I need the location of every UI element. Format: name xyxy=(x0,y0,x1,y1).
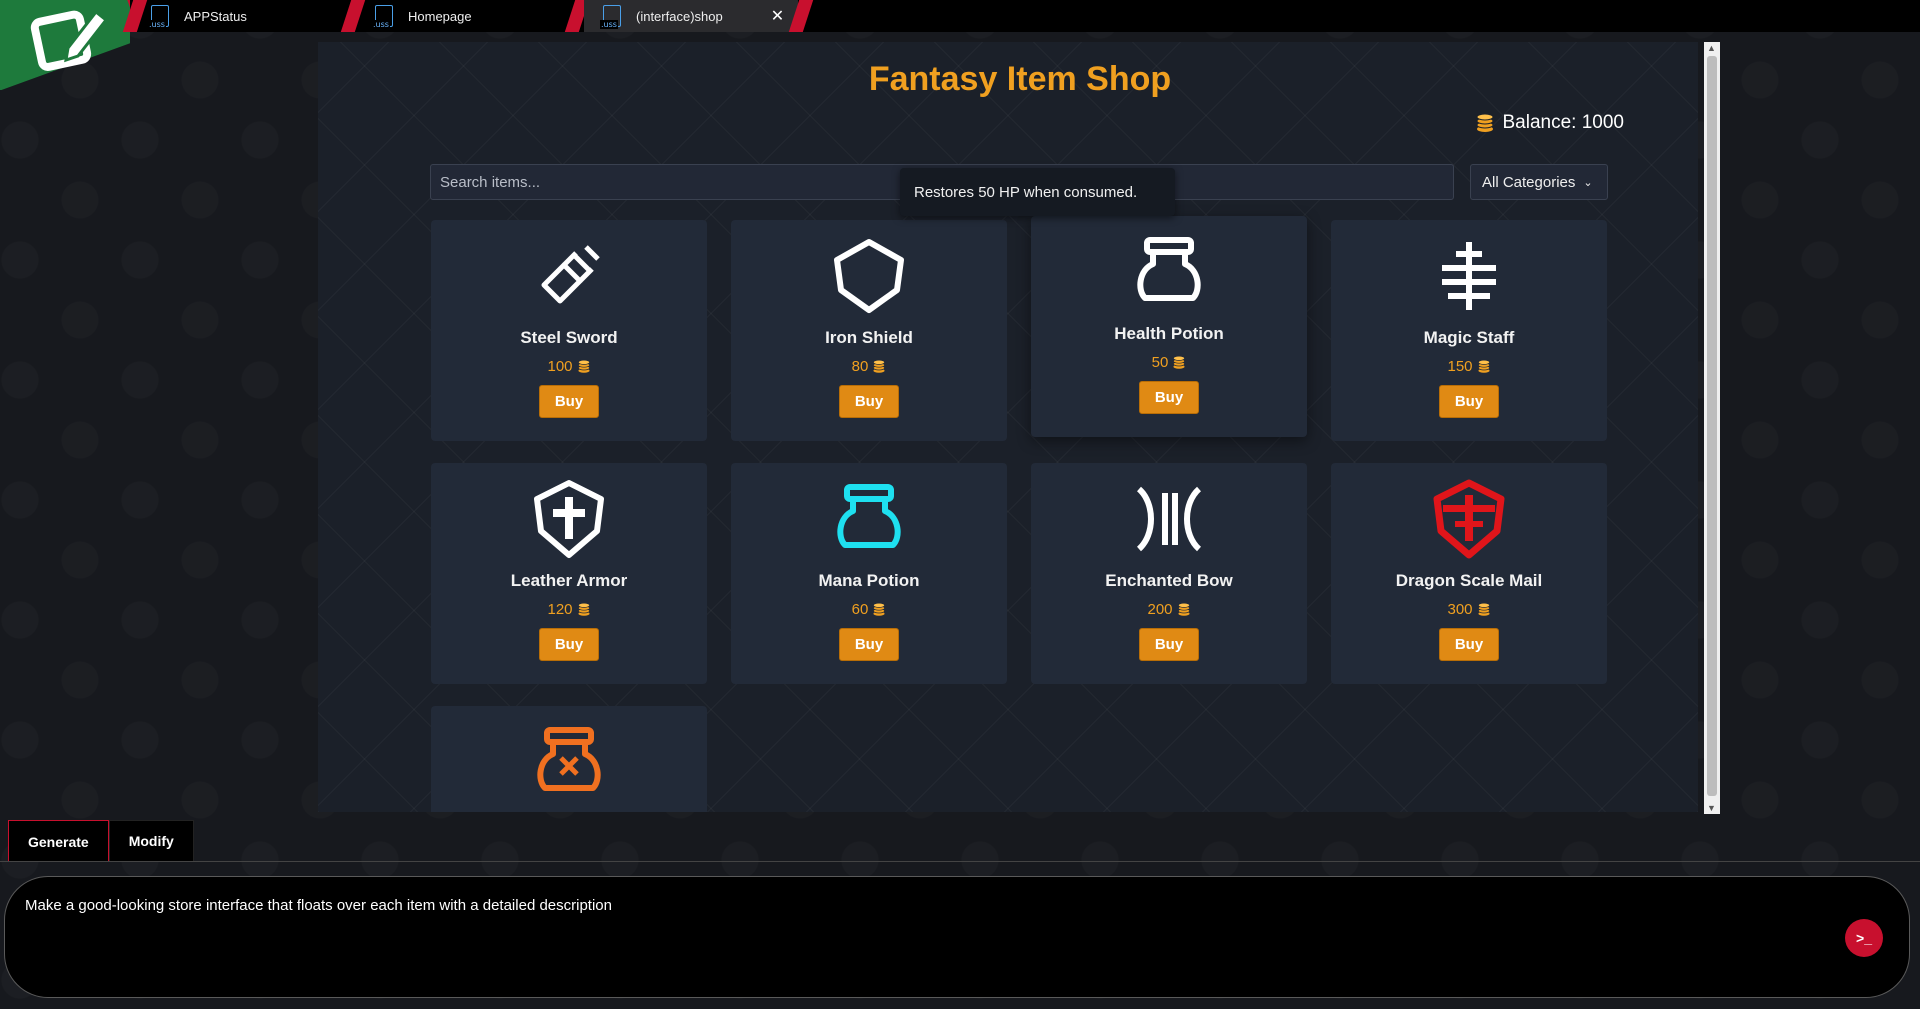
armor-icon xyxy=(531,479,607,559)
item-card-dragon-scale-mail[interactable]: Dragon Scale Mail 300 Buy xyxy=(1331,463,1607,684)
item-card-iron-shield[interactable]: Iron Shield 80 Buy xyxy=(731,220,1007,441)
coins-icon xyxy=(577,603,590,616)
item-price: 300 xyxy=(1447,601,1490,618)
bow-icon xyxy=(1131,479,1207,559)
coins-icon xyxy=(873,603,886,616)
coins-icon xyxy=(577,360,590,373)
shield-icon xyxy=(831,236,907,316)
item-price: 120 xyxy=(547,601,590,618)
buy-button[interactable]: Buy xyxy=(1139,628,1199,661)
prompt-text: Make a good-looking store interface that… xyxy=(25,897,612,914)
item-price: 200 xyxy=(1147,601,1190,618)
tab-label: (interface)shop xyxy=(636,8,723,24)
item-card-mana-potion[interactable]: Mana Potion 60 Buy xyxy=(731,463,1007,684)
coins-icon xyxy=(873,360,886,373)
item-name: Iron Shield xyxy=(825,328,913,347)
coins-icon xyxy=(1177,603,1190,616)
item-name: Dragon Scale Mail xyxy=(1395,571,1543,590)
chevron-down-icon: ⌄ xyxy=(1583,176,1593,189)
armor-icon xyxy=(1431,479,1507,559)
item-name: Steel Sword xyxy=(520,328,618,347)
app-logo xyxy=(0,0,130,90)
item-card-poison-potion[interactable] xyxy=(431,706,707,812)
item-price: 60 xyxy=(852,601,887,618)
item-name: Enchanted Bow xyxy=(1105,571,1233,590)
balance-display: Balance: 1000 xyxy=(1475,112,1625,134)
coins-icon xyxy=(1477,360,1490,373)
page-title: Fantasy Item Shop xyxy=(868,60,1172,98)
scrollbar[interactable]: ▲ ▼ xyxy=(1704,42,1720,814)
poison-potion-icon xyxy=(531,722,607,802)
buy-button[interactable]: Buy xyxy=(1439,385,1499,418)
file-icon: .uss xyxy=(148,3,172,29)
item-name: Mana Potion xyxy=(818,571,920,590)
tab-generate[interactable]: Generate xyxy=(8,820,109,862)
item-name: Leather Armor xyxy=(510,571,628,590)
category-value: All Categories xyxy=(1482,173,1576,191)
category-select[interactable]: All Categories ⌄ xyxy=(1470,164,1608,200)
scroll-down-icon[interactable]: ▼ xyxy=(1707,803,1716,813)
item-name: Magic Staff xyxy=(1423,328,1515,347)
item-price: 150 xyxy=(1447,358,1490,375)
buy-button[interactable]: Buy xyxy=(539,628,599,661)
scroll-up-icon[interactable]: ▲ xyxy=(1707,43,1716,53)
tab-label: Homepage xyxy=(408,8,472,24)
buy-button[interactable]: Buy xyxy=(1139,381,1199,414)
file-icon: .uss xyxy=(372,3,396,29)
coins-icon xyxy=(1477,603,1490,616)
potion-icon xyxy=(1131,232,1207,312)
edit-icon xyxy=(30,9,109,71)
tab-appstatus[interactable]: .uss APPStatus xyxy=(148,0,338,32)
tab-homepage[interactable]: .uss Homepage xyxy=(372,0,562,32)
tab-label: APPStatus xyxy=(184,8,247,24)
item-price: 80 xyxy=(852,358,887,375)
item-card-enchanted-bow[interactable]: Enchanted Bow 200 Buy xyxy=(1031,463,1307,684)
potion-icon xyxy=(831,479,907,559)
item-price: 100 xyxy=(547,358,590,375)
staff-icon xyxy=(1434,236,1504,316)
bottom-tabs: Generate Modify xyxy=(8,820,194,862)
item-tooltip: Restores 50 HP when consumed. xyxy=(900,168,1175,216)
buy-button[interactable]: Buy xyxy=(1439,628,1499,661)
buy-button[interactable]: Buy xyxy=(839,385,899,418)
sword-icon xyxy=(534,236,604,316)
buy-button[interactable]: Buy xyxy=(539,385,599,418)
item-name: Health Potion xyxy=(1114,324,1224,343)
balance-text: Balance: 1000 xyxy=(1502,112,1625,133)
item-card-leather-armor[interactable]: Leather Armor 120 Buy xyxy=(431,463,707,684)
prompt-input[interactable]: Make a good-looking store interface that… xyxy=(4,876,1910,998)
tab-modify[interactable]: Modify xyxy=(108,820,194,862)
file-icon: .uss xyxy=(600,3,624,29)
buy-button[interactable]: Buy xyxy=(839,628,899,661)
shop-panel: Fantasy Item Shop Balance: 1000 All Cate… xyxy=(318,42,1698,812)
tab-interface-shop[interactable]: .uss (interface)shop ✕ xyxy=(584,0,798,32)
coins-icon xyxy=(1173,356,1186,369)
item-card-health-potion[interactable]: Health Potion 50 Buy xyxy=(1031,216,1307,437)
coins-icon xyxy=(1476,114,1493,132)
scrollbar-thumb[interactable] xyxy=(1707,56,1717,796)
item-card-magic-staff[interactable]: Magic Staff 150 Buy xyxy=(1331,220,1607,441)
item-price: 50 xyxy=(1152,354,1187,371)
close-icon[interactable]: ✕ xyxy=(771,6,784,26)
terminal-icon: >_ xyxy=(1856,930,1872,946)
item-card-steel-sword[interactable]: Steel Sword 100 Buy xyxy=(431,220,707,441)
send-button[interactable]: >_ xyxy=(1845,919,1883,957)
